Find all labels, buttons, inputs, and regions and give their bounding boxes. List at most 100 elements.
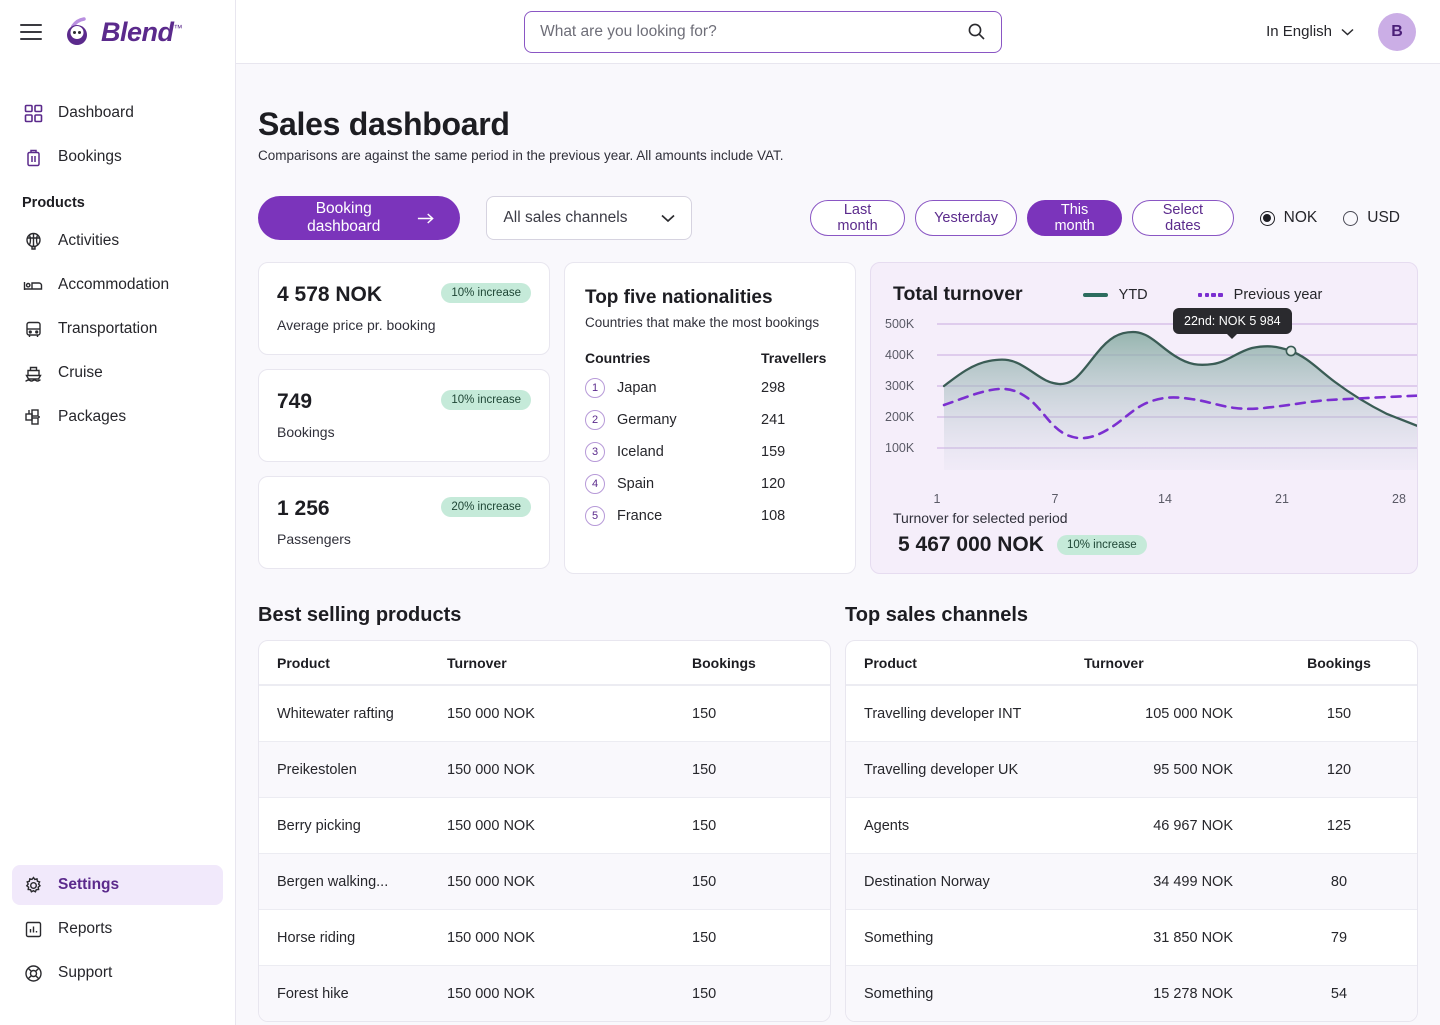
- search-box[interactable]: [524, 10, 1003, 53]
- main-area: In English B Sales dashboard Comparisons…: [236, 0, 1440, 1025]
- search-icon[interactable]: [967, 22, 986, 41]
- y-axis-tick: 400K: [885, 348, 915, 362]
- table-row[interactable]: Berry picking 150 000 NOK 150: [259, 797, 830, 853]
- table-row[interactable]: Travelling developer UK 95 500 NOK 120: [846, 741, 1417, 797]
- table-header-row: Product Turnover Bookings: [846, 641, 1417, 685]
- cell-turnover: 15 278 NOK: [1153, 985, 1233, 1002]
- column-header-bookings: Bookings: [692, 654, 756, 671]
- suitcase-icon: [22, 146, 44, 168]
- brand-logo[interactable]: Blend™: [64, 17, 182, 48]
- cell-product: Horse riding: [277, 929, 356, 946]
- sidebar-item-transportation[interactable]: Transportation: [12, 309, 223, 349]
- chart-tooltip: 22nd: NOK 5 984: [1173, 308, 1292, 334]
- date-range-chips: Last month Yesterday This month Select d…: [809, 200, 1234, 236]
- country-name: Spain: [617, 476, 655, 492]
- table-row[interactable]: Horse riding 150 000 NOK 150: [259, 909, 830, 965]
- booking-dashboard-button[interactable]: Booking dashboard: [258, 196, 461, 240]
- cell-turnover: 46 967 NOK: [1153, 817, 1233, 834]
- top-nationalities-card: Top five nationalities Countries that ma…: [564, 262, 856, 574]
- sidebar-item-cruise[interactable]: Cruise: [12, 353, 223, 393]
- chart-footer-label: Turnover for selected period: [893, 510, 1068, 526]
- column-header-product: Product: [277, 654, 330, 671]
- nationality-name-group: 2 Germany: [585, 410, 677, 430]
- chip-this-month[interactable]: This month: [1027, 200, 1123, 236]
- cell-turnover: 150 000 NOK: [447, 817, 535, 834]
- sales-channel-select[interactable]: All sales channels: [486, 196, 692, 240]
- avatar[interactable]: B: [1378, 12, 1416, 51]
- top-sales-channels-section: Top sales channels Product Turnover Book…: [845, 604, 1418, 1022]
- turnover-chart-svg: [937, 323, 1417, 470]
- section-title: Best selling products: [258, 604, 462, 626]
- sidebar-item-reports[interactable]: Reports: [12, 909, 223, 949]
- topbar-right: In English B: [1266, 12, 1416, 51]
- nationality-name-group: 5 France: [585, 506, 662, 526]
- kpi-label: Average price pr. booking: [277, 317, 436, 333]
- overview-row: 4 578 NOK 10% increase Average price pr.…: [258, 262, 1418, 574]
- booking-dashboard-label: Booking dashboard: [307, 200, 381, 235]
- rank-badge: 2: [585, 410, 605, 430]
- table-row[interactable]: Destination Norway 34 499 NOK 80: [846, 853, 1417, 909]
- chart-footer-badge: 10% increase: [1056, 535, 1147, 555]
- menu-toggle-icon[interactable]: [20, 24, 42, 40]
- chart-legend: YTD Previous year: [1082, 286, 1323, 303]
- kpi-value: 1 256: [277, 497, 330, 520]
- sidebar-item-packages[interactable]: Packages: [12, 397, 223, 437]
- list-item: 3 Iceland 159: [585, 442, 835, 462]
- rank-badge: 4: [585, 474, 605, 494]
- list-item: 2 Germany 241: [585, 410, 835, 430]
- chip-select-dates[interactable]: Select dates: [1132, 200, 1234, 236]
- arrow-right-icon: [418, 213, 435, 223]
- table-row[interactable]: Agents 46 967 NOK 125: [846, 797, 1417, 853]
- table-row[interactable]: Something 31 850 NOK 79: [846, 909, 1417, 965]
- sidebar-item-support[interactable]: Support: [12, 953, 223, 993]
- sidebar-item-bookings[interactable]: Bookings: [12, 137, 223, 177]
- sidebar-nav: Dashboard Bookings Products Activities A…: [0, 89, 235, 441]
- table-row[interactable]: Travelling developer INT 105 000 NOK 150: [846, 685, 1417, 741]
- chart-footer-value-row: 5 467 000 NOK 10% increase: [893, 533, 1395, 557]
- legend-label: Previous year: [1233, 286, 1323, 303]
- country-name: Iceland: [617, 444, 664, 460]
- table-row[interactable]: Preikestolen 150 000 NOK 150: [259, 741, 830, 797]
- table-row[interactable]: Something 15 278 NOK 54: [846, 965, 1417, 1021]
- country-name: Japan: [617, 380, 657, 396]
- chip-last-month[interactable]: Last month: [809, 200, 906, 236]
- kpi-card-bookings: 749 10% increase Bookings: [258, 369, 550, 462]
- cell-bookings: 79: [1330, 929, 1348, 946]
- sidebar-item-dashboard[interactable]: Dashboard: [12, 93, 223, 133]
- table-row[interactable]: Whitewater rafting 150 000 NOK 150: [259, 685, 830, 741]
- chart-series-group: [942, 330, 1417, 470]
- sidebar-header: Blend™: [0, 0, 235, 64]
- travellers-count: 108: [761, 508, 786, 524]
- chip-yesterday[interactable]: Yesterday: [915, 200, 1018, 236]
- sidebar-item-label: Accommodation: [58, 276, 170, 293]
- page-title: Sales dashboard: [258, 106, 510, 142]
- cell-bookings: 150: [1326, 705, 1352, 722]
- sidebar-item-activities[interactable]: Activities: [12, 221, 223, 261]
- sidebar-item-settings[interactable]: Settings: [12, 865, 223, 905]
- cell-bookings: 120: [1326, 761, 1352, 778]
- currency-option-usd[interactable]: USD: [1343, 209, 1400, 227]
- sidebar-item-label: Dashboard: [58, 104, 134, 121]
- kpi-badge: 20% increase: [441, 497, 531, 517]
- cell-product: Agents: [864, 817, 910, 834]
- kpi-badge: 10% increase: [441, 283, 531, 303]
- rank-badge: 5: [585, 506, 605, 526]
- nationality-name-group: 3 Iceland: [585, 442, 664, 462]
- travellers-count: 298: [761, 380, 786, 396]
- travellers-count: 241: [761, 412, 786, 428]
- total-turnover-card: Total turnover YTD Previous year 500K 40…: [870, 262, 1418, 574]
- currency-option-nok[interactable]: NOK: [1259, 209, 1317, 227]
- nationality-name-group: 4 Spain: [585, 474, 654, 494]
- cell-product: Whitewater rafting: [277, 705, 394, 722]
- table-row[interactable]: Bergen walking... 150 000 NOK 150: [259, 853, 830, 909]
- card-title: Top five nationalities: [585, 287, 773, 308]
- cell-bookings: 125: [1326, 817, 1352, 834]
- chart-footer-value: 5 467 000 NOK: [898, 533, 1044, 556]
- search-input[interactable]: [540, 22, 968, 41]
- table-row[interactable]: Forest hike 150 000 NOK 150: [259, 965, 830, 1021]
- cell-product: Something: [864, 985, 934, 1002]
- x-axis-tick: 21: [1275, 492, 1289, 506]
- sidebar-item-accommodation[interactable]: Accommodation: [12, 265, 223, 305]
- cell-bookings: 150: [692, 873, 717, 890]
- language-selector[interactable]: In English: [1266, 23, 1354, 40]
